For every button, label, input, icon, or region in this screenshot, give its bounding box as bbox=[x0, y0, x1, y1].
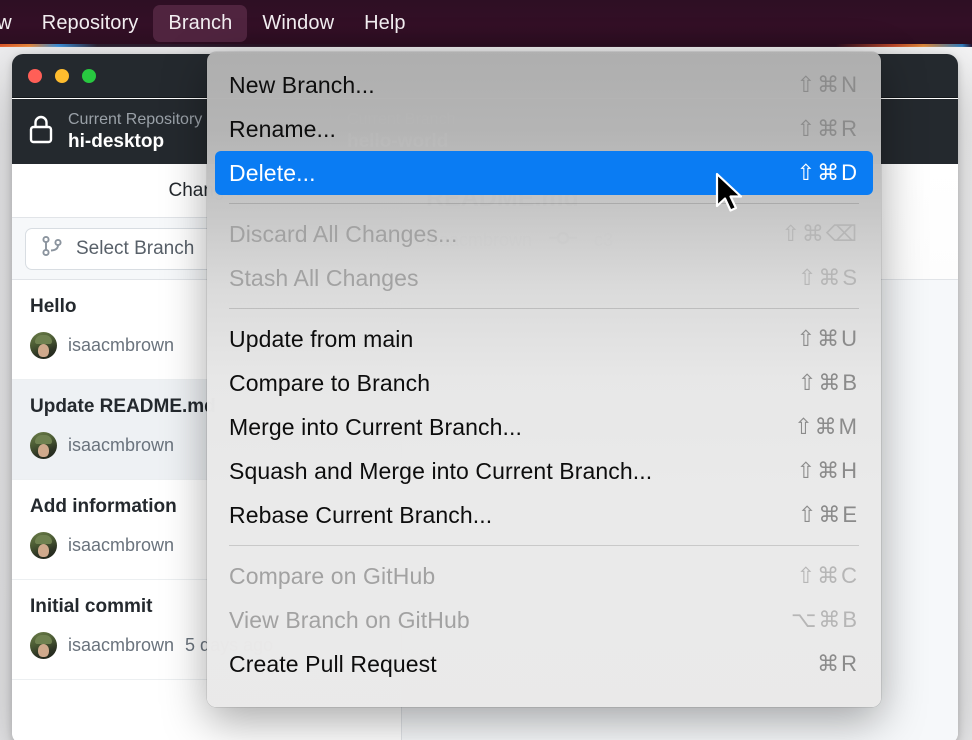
menu-item-shortcut: ⇧⌘E bbox=[798, 502, 859, 528]
close-button[interactable] bbox=[28, 69, 42, 83]
menu-item-label: Compare to Branch bbox=[229, 370, 798, 397]
menu-item-label: Update from main bbox=[229, 326, 797, 353]
menu-item-label: Compare on GitHub bbox=[229, 563, 797, 590]
menu-separator bbox=[229, 308, 859, 309]
menu-item-shortcut: ⇧⌘S bbox=[798, 265, 859, 291]
menu-item-label: Stash All Changes bbox=[229, 265, 798, 292]
menu-item-label: Create Pull Request bbox=[229, 651, 817, 678]
menu-item-label: Delete... bbox=[229, 160, 797, 187]
menu-item-label: Discard All Changes... bbox=[229, 221, 781, 248]
commit-author: isaacmbrown bbox=[68, 635, 174, 656]
branch-dropdown-menu[interactable]: New Branch... ⇧⌘N Rename... ⇧⌘R Delete..… bbox=[207, 52, 881, 707]
lock-icon bbox=[28, 114, 54, 149]
commit-author: isaacmbrown bbox=[68, 535, 174, 556]
menubar-item-repository[interactable]: Repository bbox=[27, 5, 154, 42]
menu-item-label: Rebase Current Branch... bbox=[229, 502, 798, 529]
commit-author: isaacmbrown bbox=[68, 435, 174, 456]
menu-item-label: Squash and Merge into Current Branch... bbox=[229, 458, 797, 485]
menu-item-shortcut: ⇧⌘M bbox=[794, 414, 859, 440]
screen: Current Repository hi-desktop Current Br… bbox=[0, 0, 972, 740]
menubar-item-branch[interactable]: Branch bbox=[153, 5, 247, 42]
avatar bbox=[30, 332, 57, 359]
menu-item-shortcut: ⇧⌘N bbox=[797, 72, 859, 98]
menu-item-shortcut: ⌘R bbox=[817, 651, 859, 677]
avatar bbox=[30, 632, 57, 659]
menubar-bottom-strip bbox=[0, 44, 972, 47]
menubar-item-help[interactable]: Help bbox=[349, 5, 421, 42]
menubar-item-window[interactable]: Window bbox=[247, 5, 349, 42]
menu-item-new-branch[interactable]: New Branch... ⇧⌘N bbox=[215, 63, 873, 107]
menu-item-label: New Branch... bbox=[229, 72, 797, 99]
menu-item-squash-and-merge-into-current-branch[interactable]: Squash and Merge into Current Branch... … bbox=[215, 449, 873, 493]
maximize-button[interactable] bbox=[82, 69, 96, 83]
menu-item-shortcut: ⇧⌘C bbox=[797, 563, 859, 589]
menu-item-merge-into-current-branch[interactable]: Merge into Current Branch... ⇧⌘M bbox=[215, 405, 873, 449]
avatar bbox=[30, 432, 57, 459]
avatar bbox=[30, 532, 57, 559]
menu-item-shortcut: ⇧⌘R bbox=[797, 116, 859, 142]
current-repository-value: hi-desktop bbox=[68, 130, 202, 153]
macos-menu-bar: ew Repository Branch Window Help bbox=[0, 0, 972, 46]
menu-item-delete[interactable]: Delete... ⇧⌘D bbox=[215, 151, 873, 195]
menu-item-rename[interactable]: Rename... ⇧⌘R bbox=[215, 107, 873, 151]
menu-item-shortcut: ⌥⌘B bbox=[791, 607, 859, 633]
menu-item-stash-all-changes: Stash All Changes ⇧⌘S bbox=[215, 256, 873, 300]
select-branch-label: Select Branch bbox=[76, 238, 194, 260]
menu-item-shortcut: ⇧⌘⌫ bbox=[781, 221, 859, 247]
menu-item-shortcut: ⇧⌘B bbox=[798, 370, 859, 396]
menu-item-shortcut: ⇧⌘H bbox=[797, 458, 859, 484]
menu-separator bbox=[229, 203, 859, 204]
menu-item-label: View Branch on GitHub bbox=[229, 607, 791, 634]
minimize-button[interactable] bbox=[55, 69, 69, 83]
menu-item-discard-all-changes: Discard All Changes... ⇧⌘⌫ bbox=[215, 212, 873, 256]
commit-author: isaacmbrown bbox=[68, 335, 174, 356]
menu-item-compare-to-branch[interactable]: Compare to Branch ⇧⌘B bbox=[215, 361, 873, 405]
menu-item-shortcut: ⇧⌘D bbox=[797, 160, 859, 186]
current-repository-label: Current Repository bbox=[68, 110, 202, 129]
menu-item-shortcut: ⇧⌘U bbox=[797, 326, 859, 352]
menu-item-create-pull-request[interactable]: Create Pull Request ⌘R bbox=[215, 642, 873, 686]
menu-item-update-from-main[interactable]: Update from main ⇧⌘U bbox=[215, 317, 873, 361]
menu-item-rebase-current-branch[interactable]: Rebase Current Branch... ⇧⌘E bbox=[215, 493, 873, 537]
menubar-item-view[interactable]: ew bbox=[0, 5, 27, 42]
menu-item-compare-on-github: Compare on GitHub ⇧⌘C bbox=[215, 554, 873, 598]
branch-icon bbox=[40, 234, 64, 264]
menu-item-label: Merge into Current Branch... bbox=[229, 414, 794, 441]
menu-item-view-branch-on-github: View Branch on GitHub ⌥⌘B bbox=[215, 598, 873, 642]
menu-separator bbox=[229, 545, 859, 546]
menu-item-label: Rename... bbox=[229, 116, 797, 143]
